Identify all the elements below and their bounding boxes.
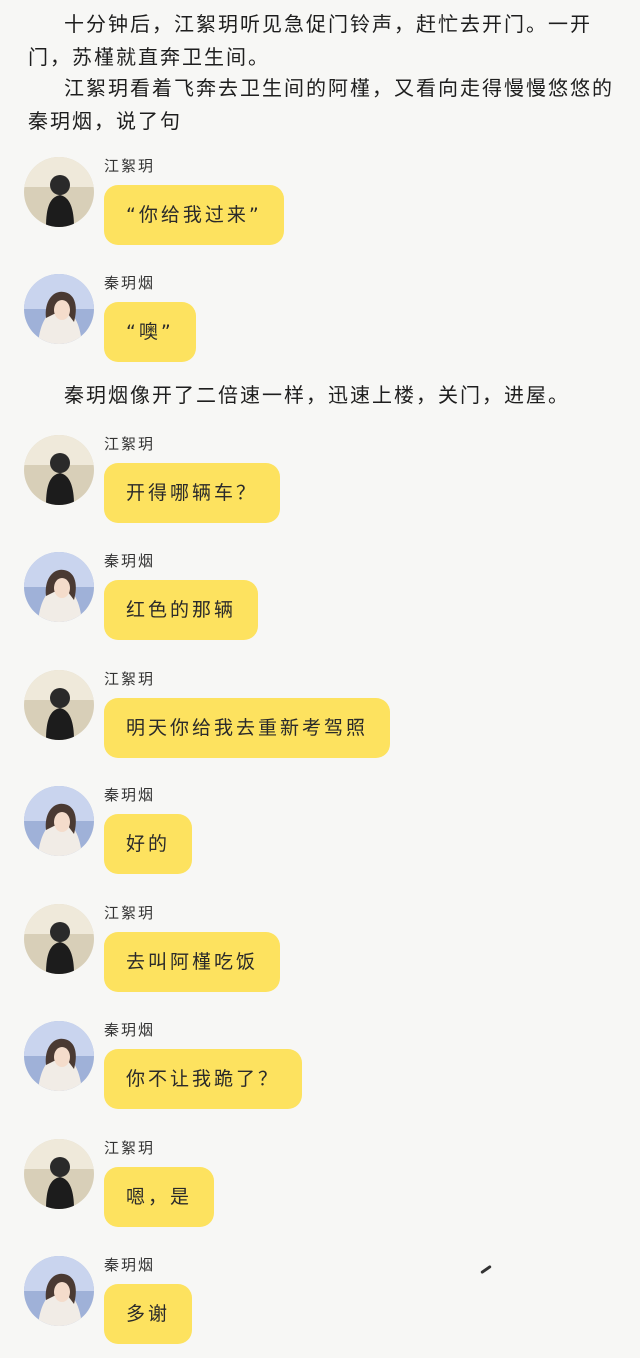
sender-name: 江絮玥	[104, 670, 156, 688]
blue-avatar-icon[interactable]	[24, 786, 94, 856]
sender-name: 秦玥烟	[104, 1256, 156, 1274]
sender-name: 秦玥烟	[104, 274, 156, 292]
chat-bubble[interactable]: 开得哪辆车？	[104, 463, 281, 523]
blue-avatar-icon[interactable]	[24, 1021, 94, 1091]
sender-name: 秦玥烟	[104, 552, 156, 570]
dark-avatar-icon[interactable]	[24, 435, 94, 505]
chat-bubble[interactable]: 你不让我跪了？	[104, 1049, 303, 1109]
sender-name: 秦玥烟	[104, 1021, 156, 1039]
chat-message: 秦玥烟 你不让我跪了？	[24, 1021, 624, 1121]
sender-name: 江絮玥	[104, 435, 156, 453]
blue-avatar-icon[interactable]	[24, 274, 94, 344]
dark-avatar-icon[interactable]	[24, 670, 94, 740]
chat-message: 江絮玥 开得哪辆车？	[24, 435, 624, 535]
blue-avatar-icon[interactable]	[24, 552, 94, 622]
sender-name: 江絮玥	[104, 904, 156, 922]
chat-bubble[interactable]: 多谢	[104, 1284, 193, 1344]
chat-message: 江絮玥 “你给我过来”	[24, 157, 624, 257]
chat-bubble[interactable]: “噢”	[104, 302, 196, 362]
dark-avatar-icon[interactable]	[24, 1139, 94, 1209]
chat-message: 秦玥烟 红色的那辆	[24, 552, 624, 652]
chat-bubble[interactable]: 好的	[104, 814, 193, 874]
chat-bubble[interactable]: 明天你给我去重新考驾照	[104, 698, 391, 758]
narrative-paragraph: 江絮玥看着飞奔去卫生间的阿槿，又看向走得慢慢悠悠的秦玥烟，说了句	[28, 76, 614, 133]
sender-name: 江絮玥	[104, 1139, 156, 1157]
chat-bubble[interactable]: 红色的那辆	[104, 580, 259, 640]
narrative-paragraph: 十分钟后，江絮玥听见急促门铃声，赶忙去开门。一开门，苏槿就直奔卫生间。	[28, 12, 592, 69]
dark-avatar-icon[interactable]	[24, 904, 94, 974]
chat-message: 秦玥烟 好的	[24, 786, 624, 886]
sender-name: 江絮玥	[104, 157, 156, 175]
dark-avatar-icon[interactable]	[24, 157, 94, 227]
chat-message: 江絮玥 明天你给我去重新考驾照	[24, 670, 624, 770]
chat-bubble[interactable]: “你给我过来”	[104, 185, 284, 245]
blue-avatar-icon[interactable]	[24, 1256, 94, 1326]
chat-message: 秦玥烟 多谢	[24, 1256, 624, 1356]
chat-message: 江絮玥 嗯，是	[24, 1139, 624, 1239]
chat-message: 秦玥烟 “噢”	[24, 274, 624, 374]
chat-message: 江絮玥 去叫阿槿吃饭	[24, 904, 624, 1004]
narrative-paragraph: 秦玥烟像开了二倍速一样，迅速上楼，关门，进屋。	[64, 383, 570, 407]
sender-name: 秦玥烟	[104, 786, 156, 804]
chat-bubble[interactable]: 嗯，是	[104, 1167, 215, 1227]
chat-bubble[interactable]: 去叫阿槿吃饭	[104, 932, 281, 992]
